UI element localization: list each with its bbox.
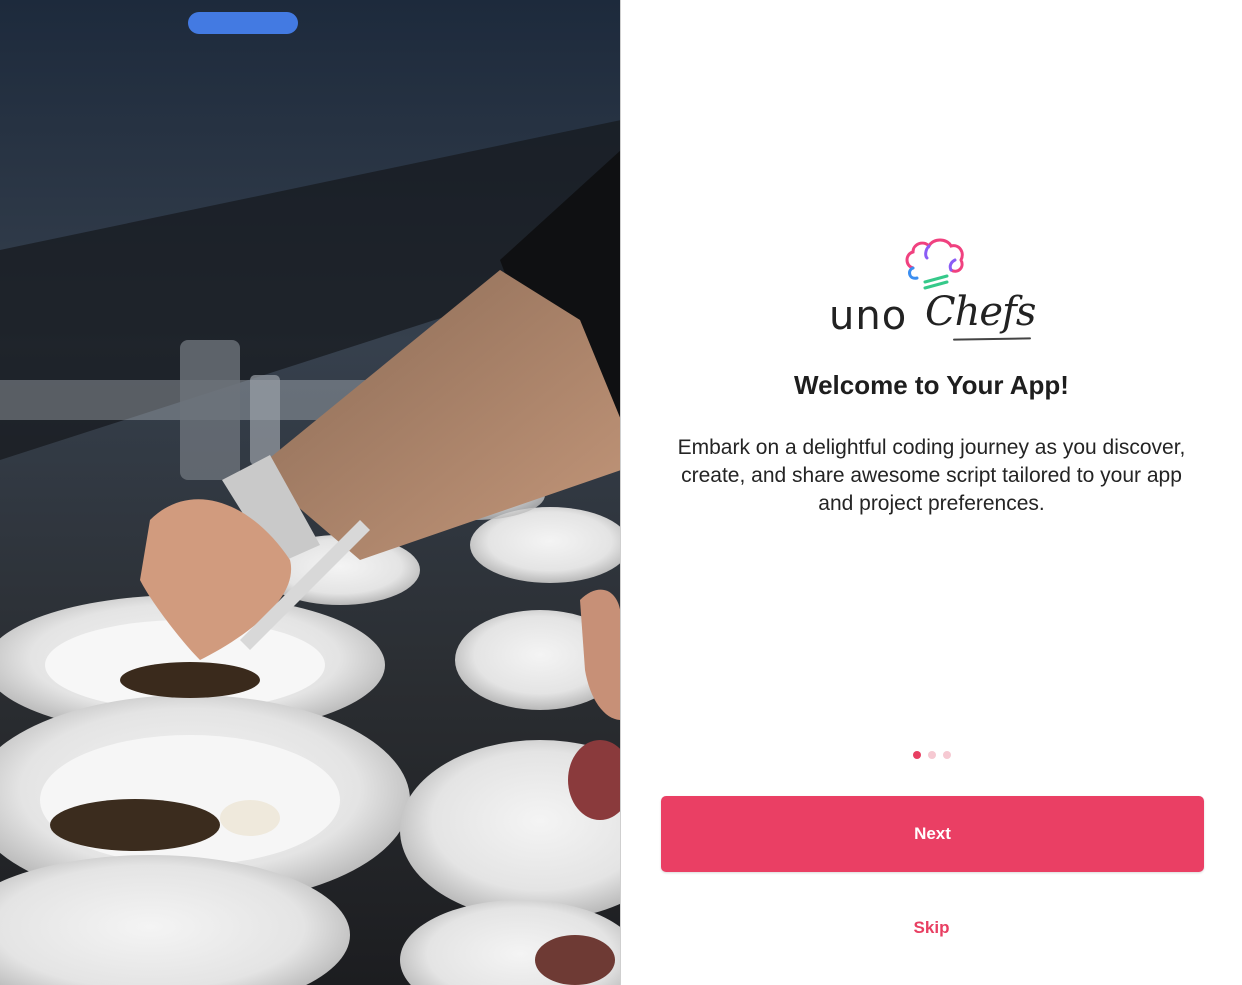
app-logo: uno Chefs — [829, 238, 1036, 344]
logo-wordmark: uno — [829, 293, 908, 339]
page-indicator — [621, 751, 1242, 759]
logo-script-text: Chefs — [925, 289, 1036, 335]
welcome-title: Welcome to Your App! — [794, 370, 1069, 400]
chef-hat-icon — [905, 238, 964, 290]
skip-button[interactable]: Skip — [621, 918, 1242, 938]
hero-image — [0, 0, 621, 985]
chef-plating-illustration — [0, 0, 620, 985]
welcome-description: Embark on a delightful coding journey as… — [677, 436, 1186, 515]
onboarding-panel: uno Chefs Welcome to Your App! Embark on… — [621, 0, 1242, 985]
page-dot-1[interactable] — [912, 751, 921, 759]
onboarding-window: uno Chefs Welcome to Your App! Embark on… — [0, 0, 1242, 985]
page-dot-2[interactable] — [927, 751, 936, 759]
next-button[interactable]: Next — [661, 796, 1204, 872]
logo-underline — [952, 337, 1032, 341]
page-dot-3[interactable] — [942, 751, 951, 759]
